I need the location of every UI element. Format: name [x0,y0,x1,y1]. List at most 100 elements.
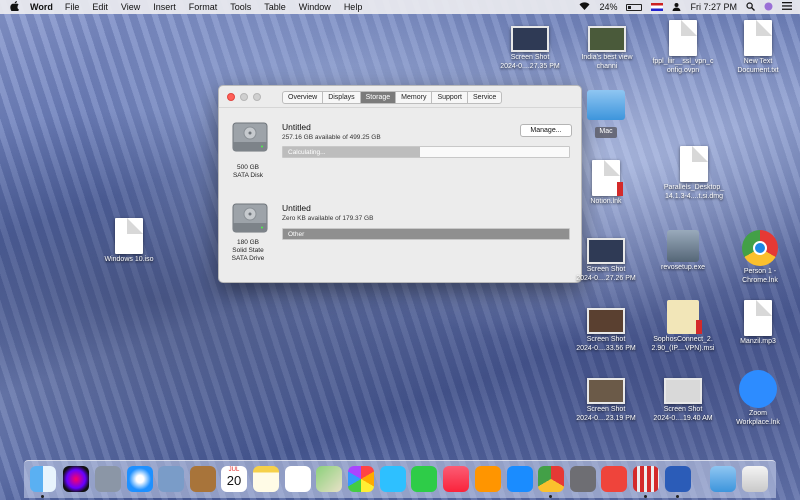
menubar-clock[interactable]: Fri 7:27 PM [690,2,737,12]
desktop-file-ovpn[interactable]: fppl_liir__ssl_vpn_c onfig.ovpn [647,20,719,75]
text-document-icon [744,20,772,56]
audio-file-icon [744,300,772,336]
segmented-tab-control: Overview Displays Storage Memory Support… [282,91,503,104]
menu-help[interactable]: Help [344,2,363,12]
desktop-folder-mac[interactable]: Mac [570,90,642,138]
iso-file-icon [115,218,143,254]
window-titlebar[interactable]: Overview Displays Storage Memory Support… [219,86,581,108]
drive-name: Untitled [282,122,311,132]
minimize-window-button[interactable] [240,93,248,101]
desktop-file-screenshot[interactable]: Screen Shot 2024-0....19.40 AM [647,378,719,423]
chrome-icon [742,230,778,266]
music-icon[interactable] [443,466,469,492]
storage-bar-label: Calculating... [288,149,326,156]
preview-icon[interactable] [158,466,184,492]
screenshot-thumbnail-icon [511,26,549,52]
menu-format[interactable]: Format [189,2,218,12]
desktop-file-sophos-msi[interactable]: SophosConnect_2. 2.90_(IP....VPN).msi [647,300,719,353]
drive-row: 500 GB SATA Disk Untitled 257.16 GB avai… [219,108,583,193]
storage-bar-label: Other [288,231,305,238]
menu-table[interactable]: Table [264,2,286,12]
video-thumbnail-icon [588,26,626,52]
tab-service[interactable]: Service [468,92,501,103]
menu-edit[interactable]: Edit [92,2,108,12]
maps-icon[interactable] [316,466,342,492]
desktop-file-chrome-shortcut[interactable]: Person 1 - Chrome.lnk [724,230,796,285]
user-icon[interactable] [672,2,681,13]
anydesk-icon[interactable] [601,466,627,492]
desktop-file-windows-iso[interactable]: Windows 10.iso [93,218,165,265]
menu-view[interactable]: View [121,2,140,12]
battery-percent[interactable]: 24% [599,2,617,12]
hard-disk-icon [232,203,268,233]
desktop-file-textdoc[interactable]: New Text Document.txt [722,20,794,75]
desktop-file-video[interactable]: India's best view channi [571,26,643,71]
trash-icon[interactable] [742,466,768,492]
calendar-icon[interactable]: JUL 20 [221,466,247,492]
facetime-icon[interactable] [411,466,437,492]
notification-center-icon[interactable] [782,2,792,12]
notefile-icon[interactable] [190,466,216,492]
parallels-icon[interactable] [633,466,659,492]
folder-icon [587,90,625,120]
finder-icon[interactable] [30,466,56,492]
close-window-button[interactable] [227,93,235,101]
spotlight-icon[interactable] [746,1,755,13]
wifi-icon[interactable] [579,2,590,12]
hard-disk-icon [232,122,268,152]
word-icon[interactable] [665,466,691,492]
battery-icon[interactable] [626,3,643,11]
drive-name: Untitled [282,203,311,213]
tab-memory[interactable]: Memory [396,92,433,103]
storage-usage-bar: Calculating... [282,146,570,158]
menu-insert[interactable]: Insert [153,2,176,12]
document-icon [669,20,697,56]
desktop-file-screenshot[interactable]: Screen Shot 2024-0....33.56 PM [570,308,642,353]
menu-bar: Word File Edit View Insert Format Tools … [0,0,800,14]
zoom-icon [739,370,777,408]
screenshot-thumbnail-icon [587,308,625,334]
siri-menubar-icon[interactable] [764,2,773,13]
disk-capacity-caption: 180 GB Solid State SATA Drive [231,239,265,262]
reminders-icon[interactable] [285,466,311,492]
manage-button[interactable]: Manage... [520,124,572,137]
desktop-file-parallels-dmg[interactable]: Parallels_Desktop_ 14.1.3-4....t.si.dmg [658,146,730,201]
running-indicator [644,495,647,498]
tab-support[interactable]: Support [432,92,468,103]
zoom-window-button[interactable] [253,93,261,101]
disk-image-icon [680,146,708,182]
menu-tools[interactable]: Tools [230,2,251,12]
desktop-file-screenshot[interactable]: Screen Shot 2024-0....27.35 PM [494,26,566,71]
app-store-icon[interactable] [507,466,533,492]
running-indicator [676,495,679,498]
input-source-flag-icon[interactable] [651,3,664,11]
menu-window[interactable]: Window [299,2,331,12]
desktop-file-zoom-shortcut[interactable]: Zoom Workplace.lnk [722,370,794,427]
books-icon[interactable] [475,466,501,492]
safari-icon[interactable] [127,466,153,492]
desktop-file-screenshot[interactable]: Screen Shot 2024-0....23.19 PM [570,378,642,423]
messages-icon[interactable] [380,466,406,492]
launchpad-icon[interactable] [95,466,121,492]
photos-icon[interactable] [348,466,374,492]
tab-displays[interactable]: Displays [323,92,361,103]
storage-usage-bar: Other [282,228,570,240]
calendar-day: 20 [226,473,242,488]
menu-file[interactable]: File [65,2,80,12]
tab-overview[interactable]: Overview [283,92,324,103]
siri-icon[interactable] [63,466,89,492]
system-preferences-icon[interactable] [570,466,596,492]
app-menu-word[interactable]: Word [30,2,53,12]
notes-icon[interactable] [253,466,279,492]
desktop-file-screenshot[interactable]: Screen Shot 2024-0....27.26 PM [570,238,642,283]
system-information-window: Overview Displays Storage Memory Support… [218,85,582,283]
desktop-file-mp3[interactable]: Manzil.mp3 [722,300,794,347]
downloads-folder-icon[interactable] [710,466,736,492]
desktop-file-revosetup[interactable]: revosetup.exe [647,230,719,273]
tab-storage[interactable]: Storage [360,92,397,103]
apple-menu-icon[interactable] [10,0,24,14]
chrome-icon[interactable] [538,466,564,492]
disk-capacity-caption: 500 GB SATA Disk [232,164,264,179]
desktop-file-notion[interactable]: Notion.lnk [570,160,642,207]
storage-usage-fill [283,229,569,239]
